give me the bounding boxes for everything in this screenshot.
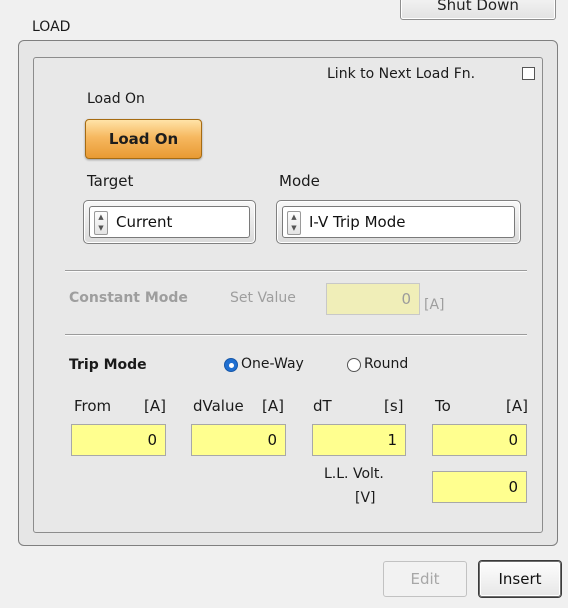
from-field[interactable]: 0 <box>71 424 166 456</box>
from-unit: [A] <box>144 397 166 415</box>
shut-down-button[interactable]: Shut Down <box>400 0 556 20</box>
round-radio[interactable] <box>347 358 361 372</box>
dvalue-unit: [A] <box>262 397 284 415</box>
to-label: To <box>435 397 451 415</box>
mode-field[interactable]: ▲ ▼ I-V Trip Mode <box>282 206 515 238</box>
mode-ring: ▲ ▼ I-V Trip Mode <box>276 200 521 244</box>
edit-button[interactable]: Edit <box>383 561 467 597</box>
dvalue-label: dValue <box>193 397 244 415</box>
link-next-label: Link to Next Load Fn. <box>327 66 476 82</box>
link-next-checkbox[interactable] <box>522 67 535 80</box>
from-label: From <box>74 397 112 415</box>
to-unit: [A] <box>506 397 528 415</box>
separator <box>65 334 527 336</box>
mode-value: I-V Trip Mode <box>309 213 406 231</box>
mode-spinner-icon[interactable]: ▲ ▼ <box>287 211 301 235</box>
dt-field[interactable]: 1 <box>312 424 406 456</box>
load-on-caption: Load On <box>87 91 145 107</box>
ll-volt-field[interactable]: 0 <box>432 471 527 503</box>
target-label: Target <box>87 172 134 190</box>
target-value: Current <box>116 213 173 231</box>
target-field[interactable]: ▲ ▼ Current <box>89 206 250 238</box>
separator <box>65 270 527 272</box>
to-field[interactable]: 0 <box>432 424 527 456</box>
target-spinner-icon[interactable]: ▲ ▼ <box>94 211 108 235</box>
ll-volt-label: L.L. Volt. <box>324 466 384 482</box>
ll-volt-unit: [V] <box>355 490 376 506</box>
constant-mode-label: Constant Mode <box>69 290 188 306</box>
dvalue-field[interactable]: 0 <box>191 424 286 456</box>
constant-unit-label: [A] <box>424 297 445 313</box>
round-label[interactable]: Round <box>364 356 408 372</box>
set-value-label: Set Value <box>230 290 296 306</box>
dt-unit: [s] <box>384 397 404 415</box>
constant-set-value-field[interactable]: 0 <box>326 283 420 315</box>
one-way-radio[interactable] <box>224 358 238 372</box>
one-way-label[interactable]: One-Way <box>241 356 304 372</box>
section-title: LOAD <box>32 19 71 35</box>
target-ring: ▲ ▼ Current <box>83 200 256 244</box>
insert-button[interactable]: Insert <box>479 561 561 597</box>
dt-label: dT <box>313 397 332 415</box>
trip-mode-label: Trip Mode <box>69 357 147 373</box>
load-on-button[interactable]: Load On <box>85 119 202 159</box>
mode-label: Mode <box>279 172 320 190</box>
